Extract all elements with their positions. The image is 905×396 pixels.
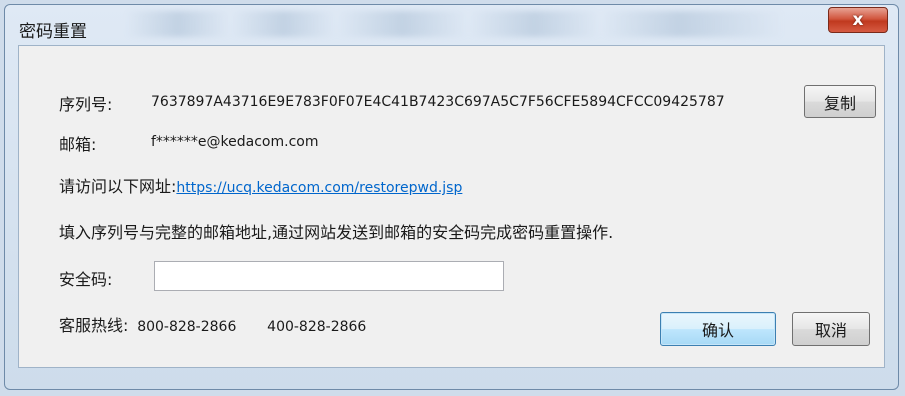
hotline-number-1: 800-828-2866 (137, 319, 237, 335)
security-code-row: 安全码: (59, 266, 112, 290)
email-row: 邮箱: (59, 131, 96, 155)
copy-button[interactable]: 复制 (804, 85, 876, 118)
window-title: 密码重置 (19, 22, 87, 42)
dialog-content: 序列号: 7637897A43716E9E783F0F07E4C41B7423C… (18, 45, 885, 368)
title-bar[interactable]: 密码重置 x (5, 5, 898, 45)
dialog-window: 密码重置 x 序列号: 7637897A43716E9E783F0F07E4C4… (4, 4, 899, 390)
visit-label: 请访问以下网址: (59, 177, 177, 196)
email-label: 邮箱: (59, 135, 97, 154)
hotline-label: 客服热线: (59, 316, 129, 335)
visit-row: 请访问以下网址:https://ucq.kedacom.com/restorep… (59, 173, 462, 197)
hotline-number-2: 400-828-2866 (267, 319, 367, 335)
email-value: f******e@kedacom.com (151, 134, 319, 150)
hotline-row: 客服热线: 800-828-2866 400-828-2866 (59, 312, 366, 336)
instruction-text: 填入序列号与完整的邮箱地址,通过网站发送到邮箱的安全码完成密码重置操作. (59, 223, 614, 242)
close-icon: x (852, 9, 864, 30)
cancel-button[interactable]: 取消 (792, 312, 870, 346)
confirm-button[interactable]: 确认 (660, 312, 776, 346)
security-code-label: 安全码: (59, 270, 113, 289)
serial-value: 7637897A43716E9E783F0F07E4C41B7423C697A5… (151, 94, 725, 110)
serial-label: 序列号: (59, 95, 113, 114)
email-value-row: f******e@kedacom.com (151, 132, 318, 150)
close-button[interactable]: x (828, 7, 888, 33)
serial-value-row: 7637897A43716E9E783F0F07E4C41B7423C697A5… (151, 92, 725, 110)
security-code-input[interactable] (154, 261, 504, 291)
reset-url-link[interactable]: https://ucq.kedacom.com/restorepwd.jsp (176, 180, 462, 196)
serial-row: 序列号: (59, 91, 112, 115)
